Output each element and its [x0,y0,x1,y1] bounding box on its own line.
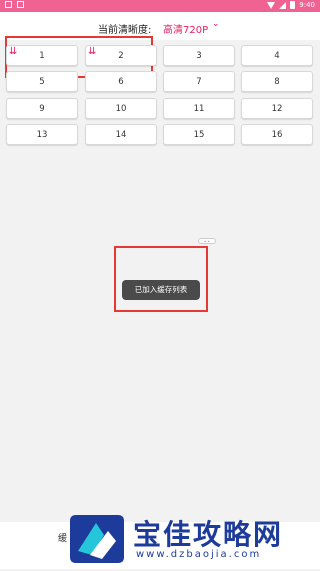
watermark-logo [68,511,128,567]
scroll-indicator[interactable]: • • [198,238,216,244]
episode-label: 7 [196,77,202,87]
episode-button[interactable]: 4 [241,45,313,66]
episode-label: 9 [39,104,45,114]
highlight-box-toast [114,246,208,312]
watermark-url: www.dzbaojia.com [136,549,262,560]
episode-label: 4 [274,51,280,61]
watermark-text: 宝佳攻略网 [133,518,284,551]
episode-label: 10 [115,104,127,114]
episode-label: 13 [36,130,48,140]
episode-button[interactable]: 13 [6,124,78,145]
download-arrow-icon: ⇊ [88,46,97,57]
episode-button[interactable]: 5 [6,71,78,92]
episode-label: 1 [39,51,45,61]
wifi-icon [267,1,276,9]
cache-list-button[interactable]: 缓 [58,531,67,544]
episode-button[interactable]: 10 [85,98,157,119]
episode-label: 6 [118,77,124,87]
quality-selector[interactable]: 高清720P [163,21,208,36]
battery-icon [290,1,296,9]
episode-button[interactable]: 6 [85,71,157,92]
download-arrow-icon: ⇊ [9,46,18,57]
app-icon [17,1,24,8]
episode-label: 16 [271,130,283,140]
episode-button[interactable]: ⇊ 2 [85,45,157,66]
episode-button[interactable]: 9 [6,98,78,119]
episode-button[interactable]: 12 [241,98,313,119]
episode-label: 15 [193,130,205,140]
episode-button[interactable]: 14 [85,124,157,145]
chevron-down-icon[interactable]: ⌄ [212,19,220,29]
episode-label: 8 [274,77,280,87]
episode-label: 2 [118,51,124,61]
episode-button[interactable]: 11 [163,98,235,119]
episode-label: 12 [271,104,283,114]
status-time: 9:40 [299,1,315,9]
episode-button[interactable]: 16 [241,124,313,145]
episode-label: 5 [39,77,45,87]
episode-label: 3 [196,51,202,61]
status-bar: 9:40 [0,0,320,12]
quality-label: 当前清晰度: [98,25,152,36]
signal-icon [279,1,287,9]
episode-button[interactable]: 3 [163,45,235,66]
episode-button[interactable]: 15 [163,124,235,145]
episode-label: 11 [193,104,205,114]
notification-icon [5,1,12,8]
episode-label: 14 [115,130,127,140]
episode-button[interactable]: 7 [163,71,235,92]
episode-button[interactable]: ⇊ 1 [6,45,78,66]
episode-button[interactable]: 8 [241,71,313,92]
toast-message: 已加入缓存列表 [122,280,200,300]
